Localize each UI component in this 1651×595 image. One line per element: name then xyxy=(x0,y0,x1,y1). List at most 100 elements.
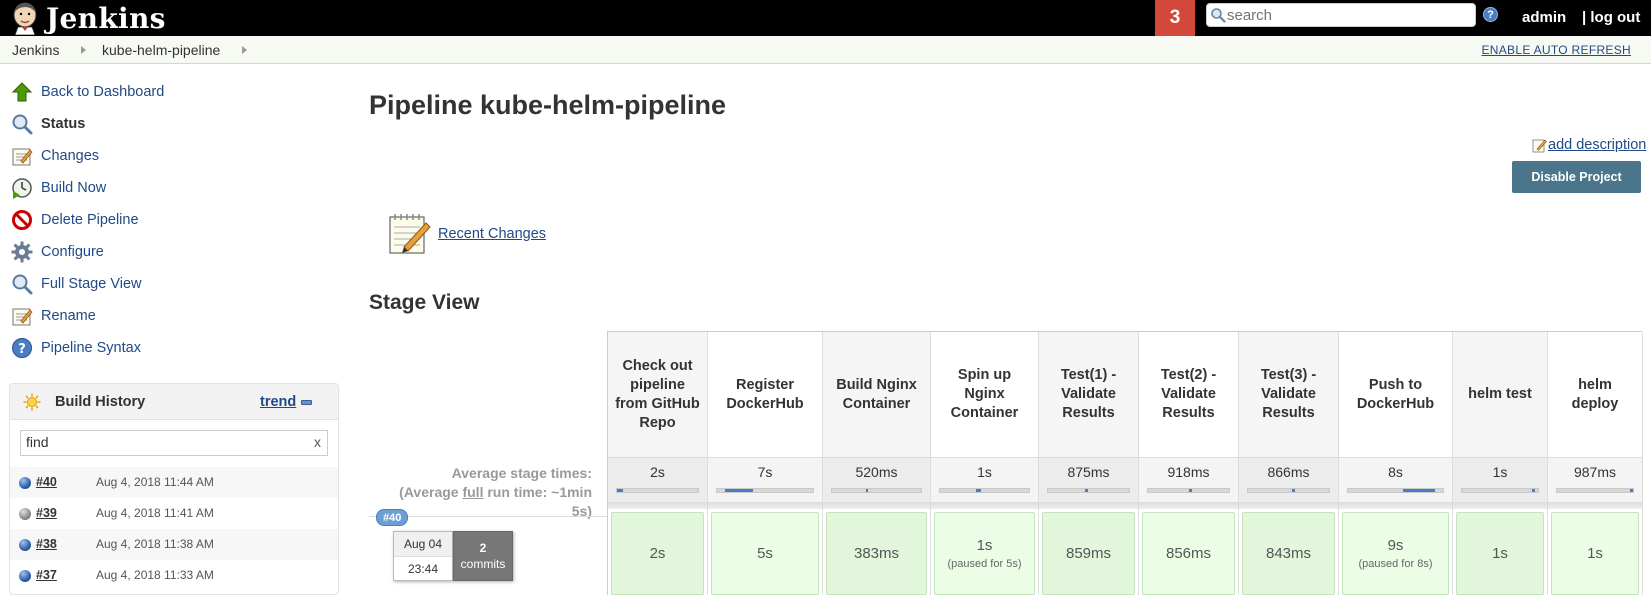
build-run-row: #40 Aug 04 23:44 2 commits xyxy=(369,509,607,595)
sidebar-item-status[interactable]: Status xyxy=(10,111,85,137)
add-description-label[interactable]: add description xyxy=(1548,137,1646,153)
stage-duration: 856ms xyxy=(1165,545,1212,562)
sidebar-item-delete-pipeline[interactable]: Delete Pipeline xyxy=(10,207,139,233)
status-ball-icon xyxy=(19,539,31,551)
stage-duration: 1s xyxy=(1587,545,1603,562)
stage-result-cell[interactable]: 859ms xyxy=(1042,512,1135,595)
stage-average-bar xyxy=(1347,488,1444,493)
stage-header: Build Nginx Container xyxy=(823,332,930,457)
average-stage-times-text: Average stage times: xyxy=(451,465,592,481)
build-number-link[interactable]: #39 xyxy=(36,506,57,520)
build-date[interactable]: Aug 4, 2018 11:33 AM xyxy=(96,568,214,582)
add-description-link[interactable]: add description xyxy=(1532,137,1646,153)
stage-average-time: 866ms xyxy=(1267,464,1310,480)
stage-average-bar xyxy=(831,488,922,493)
run-number-badge[interactable]: #40 xyxy=(376,509,409,526)
gear-icon xyxy=(10,240,34,264)
average-stage-times-label: Average stage times: (Average full run t… xyxy=(380,464,592,521)
stage-result-cell[interactable]: 856ms xyxy=(1142,512,1235,595)
notepad-icon xyxy=(10,144,34,168)
stage-average-bar-fill xyxy=(724,489,754,492)
stage-duration: 2s xyxy=(649,545,666,562)
stage-average-bar xyxy=(616,488,699,493)
search-box[interactable] xyxy=(1206,3,1476,27)
breadcrumb-jenkins[interactable]: Jenkins xyxy=(12,42,59,58)
sidebar-item-build-now[interactable]: Build Now xyxy=(10,175,106,201)
sidebar-item-pipeline-syntax[interactable]: ? Pipeline Syntax xyxy=(10,335,141,361)
help-icon[interactable]: ? xyxy=(1483,7,1498,22)
stage-divider xyxy=(1239,502,1338,509)
sidebar-item-label: Configure xyxy=(41,244,104,260)
stage-average-bar-fill xyxy=(1291,489,1295,492)
stage-duration: 5s xyxy=(757,545,773,562)
stage-result-cell[interactable]: 1s (paused for 5s) xyxy=(934,512,1035,595)
stage-average-bar-fill xyxy=(976,489,981,492)
no-entry-icon xyxy=(10,208,34,232)
sidebar-item-rename[interactable]: Rename xyxy=(10,303,96,329)
stage-average-bar xyxy=(1556,488,1634,493)
stage-divider xyxy=(823,502,930,509)
stage-header: Spin up Nginx Container xyxy=(931,332,1038,457)
stage-divider xyxy=(1339,502,1452,509)
stage-result-cell[interactable]: 1s xyxy=(1551,512,1639,595)
sidebar-item-label: Status xyxy=(41,116,86,132)
sidebar-item-back-to-dashboard[interactable]: Back to Dashboard xyxy=(10,79,164,105)
build-date[interactable]: Aug 4, 2018 11:41 AM xyxy=(96,506,214,520)
build-row[interactable]: #40 Aug 4, 2018 11:44 AM xyxy=(10,467,338,498)
enable-auto-refresh-link[interactable]: ENABLE AUTO REFRESH xyxy=(1481,43,1631,57)
clear-filter-icon[interactable]: x xyxy=(314,434,321,450)
stage-result-cell[interactable]: 1s xyxy=(1456,512,1544,595)
stage-result-cell[interactable]: 383ms xyxy=(826,512,927,595)
build-date[interactable]: Aug 4, 2018 11:38 AM xyxy=(96,537,214,551)
commits-count: 2 xyxy=(479,541,487,555)
stage-average-time: 2s xyxy=(650,464,665,480)
jenkins-logo[interactable]: Jenkins xyxy=(10,0,166,36)
breadcrumb-job[interactable]: kube-helm-pipeline xyxy=(102,42,220,58)
sidebar-item-label: Changes xyxy=(41,148,100,164)
collapse-icon[interactable] xyxy=(301,400,312,405)
breadcrumb-separator-icon[interactable] xyxy=(81,46,86,54)
user-link[interactable]: admin xyxy=(1522,9,1566,26)
stage-duration: 1s xyxy=(976,537,993,554)
build-row[interactable]: #39 Aug 4, 2018 11:41 AM xyxy=(10,498,338,529)
stage-header: helm deploy xyxy=(1548,332,1642,457)
sidebar-item-changes[interactable]: Changes xyxy=(10,143,99,169)
build-filter-box[interactable]: x xyxy=(20,430,328,456)
trend-link[interactable]: trend xyxy=(260,394,296,410)
build-number-link[interactable]: #40 xyxy=(36,475,57,489)
stage-divider xyxy=(1039,502,1138,509)
stage-average-bar xyxy=(1047,488,1130,493)
stage-duration: 9s xyxy=(1387,537,1404,554)
stage-result-cell[interactable]: 843ms xyxy=(1242,512,1335,595)
stage-duration: 843ms xyxy=(1265,545,1312,562)
recent-changes-link[interactable]: Recent Changes xyxy=(386,211,546,257)
search-icon xyxy=(10,112,34,136)
build-number-link[interactable]: #37 xyxy=(36,568,57,582)
build-row[interactable]: #37 Aug 4, 2018 11:33 AM xyxy=(10,560,338,591)
search-icon xyxy=(10,272,34,296)
disable-project-button[interactable]: Disable Project xyxy=(1512,161,1641,193)
build-row[interactable]: #38 Aug 4, 2018 11:38 AM xyxy=(10,529,338,560)
build-filter-input[interactable] xyxy=(21,431,301,453)
notification-badge[interactable]: 3 xyxy=(1155,0,1195,36)
run-commits-box[interactable]: 2 commits xyxy=(453,531,513,581)
stage-result-cell[interactable]: 2s xyxy=(611,512,704,595)
full-run-time-link[interactable]: full xyxy=(462,484,483,500)
recent-changes-label[interactable]: Recent Changes xyxy=(438,226,546,242)
search-input[interactable] xyxy=(1227,5,1467,25)
run-date-box: Aug 04 23:44 xyxy=(393,531,453,581)
build-date[interactable]: Aug 4, 2018 11:44 AM xyxy=(96,475,214,489)
stage-header: Register DockerHub xyxy=(708,332,822,457)
logout-link[interactable]: | log out xyxy=(1582,9,1640,26)
clock-play-icon xyxy=(10,176,34,200)
stage-average-bar-fill xyxy=(865,489,869,492)
stage-average-bar xyxy=(1461,488,1539,493)
breadcrumb-separator-icon[interactable] xyxy=(242,46,247,54)
stage-duration: 859ms xyxy=(1065,545,1112,562)
stage-result-cell[interactable]: 5s xyxy=(711,512,819,595)
build-number-link[interactable]: #38 xyxy=(36,537,57,551)
stage-result-cell[interactable]: 9s (paused for 8s) xyxy=(1342,512,1449,595)
notepad-icon xyxy=(10,304,34,328)
sidebar-item-configure[interactable]: Configure xyxy=(10,239,104,265)
sidebar-item-full-stage-view[interactable]: Full Stage View xyxy=(10,271,141,297)
